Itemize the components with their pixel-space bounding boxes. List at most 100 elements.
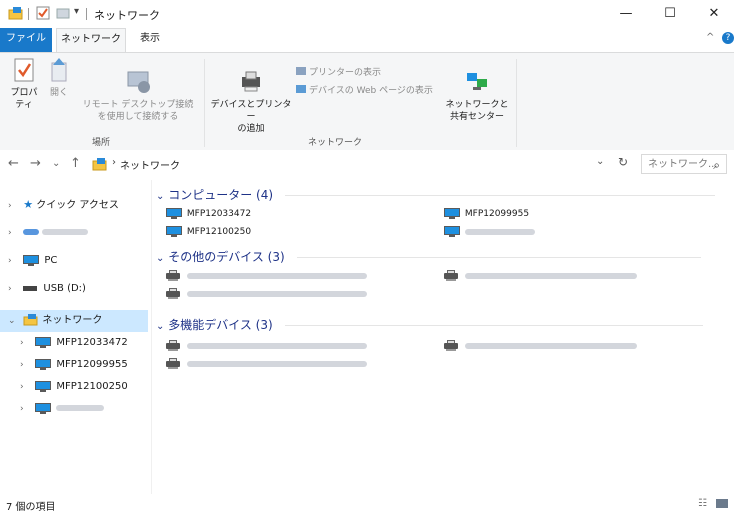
expand-chevron-icon[interactable]: › — [8, 250, 20, 272]
redacted-label — [42, 229, 89, 235]
ribbon-tabs: ファイル ネットワーク 表示 ^ ? — [0, 28, 734, 52]
view-device-web-label: デバイスの Web ページの表示 — [309, 86, 433, 96]
network-folder-icon — [92, 157, 108, 174]
collapse-chevron-icon[interactable]: ⌄ — [156, 253, 164, 264]
printer-icon — [166, 270, 180, 281]
list-item-computer[interactable]: MFP12033472 — [166, 206, 251, 222]
open-label: 開く — [49, 88, 68, 98]
group-title: その他のデバイス (3) — [168, 250, 285, 264]
tab-file[interactable]: ファイル — [0, 28, 52, 52]
network-center-label: ネットワークと 共有センター — [445, 100, 509, 122]
forward-button[interactable]: → — [30, 156, 41, 171]
view-device-web-button[interactable]: デバイスの Web ページの表示 — [296, 85, 433, 97]
group-header-multifunction[interactable]: ⌄ 多機能デバイス (3) — [156, 316, 703, 334]
star-icon: ★ — [23, 198, 34, 211]
location-group-label: 場所 — [91, 138, 110, 148]
navigation-pane: › ★ クイック アクセス › › PC › USB (D:) ⌄ ネットワーク… — [0, 180, 150, 494]
back-button[interactable]: ← — [8, 156, 19, 171]
tab-network[interactable]: ネットワーク — [56, 28, 126, 52]
expand-chevron-icon[interactable]: › — [20, 376, 32, 398]
redacted-label — [464, 272, 637, 279]
nav-item-onedrive[interactable]: › — [8, 222, 89, 244]
nav-label: クイック アクセス — [36, 200, 119, 211]
details-view-icon[interactable]: ☷ — [698, 498, 707, 509]
list-item-device[interactable] — [444, 338, 637, 354]
maximize-button[interactable]: ☐ — [650, 2, 690, 26]
network-folder-icon[interactable] — [8, 6, 24, 20]
redacted-label — [56, 405, 105, 411]
large-icons-view-icon[interactable] — [716, 499, 728, 508]
open-button[interactable]: 開く — [44, 57, 74, 99]
printer-small-icon — [296, 67, 306, 75]
nav-item-computer[interactable]: › MFP12033472 — [20, 332, 128, 354]
collapse-chevron-icon[interactable]: ⌄ — [156, 321, 164, 332]
computer-icon — [35, 402, 52, 414]
network-center-button[interactable]: ネットワークと 共有センター — [442, 57, 512, 135]
nav-item-pc[interactable]: › PC — [8, 250, 57, 272]
list-item-computer[interactable]: MFP12099955 — [444, 206, 529, 222]
printer-icon — [444, 340, 458, 351]
item-label: MFP12033472 — [186, 209, 252, 219]
expand-chevron-icon[interactable]: › — [8, 222, 20, 244]
nav-item-quick-access[interactable]: › ★ クイック アクセス — [8, 194, 119, 216]
group-header-other-devices[interactable]: ⌄ その他のデバイス (3) — [156, 248, 701, 266]
view-printers-label: プリンターの表示 — [309, 68, 382, 78]
address-bar[interactable]: › ネットワーク ⌄ ↻ — [92, 154, 636, 174]
up-button[interactable]: ↑ — [70, 156, 81, 171]
expand-chevron-icon[interactable]: › — [20, 332, 32, 354]
breadcrumb-network[interactable]: ネットワーク — [120, 157, 180, 172]
expand-chevron-icon[interactable]: › — [8, 195, 20, 217]
computer-icon — [35, 380, 52, 392]
group-divider — [296, 257, 701, 258]
collapse-chevron-icon[interactable]: ⌄ — [8, 310, 20, 332]
properties-button[interactable]: プロパティ — [6, 57, 42, 111]
list-item-computer[interactable] — [444, 224, 535, 240]
nav-item-computer[interactable]: › MFP12100250 — [20, 376, 128, 398]
computer-icon — [444, 226, 460, 237]
close-button[interactable]: ✕ — [694, 2, 734, 26]
search-icon: ⌕ — [713, 158, 720, 172]
minimize-button[interactable]: — — [606, 2, 646, 26]
redacted-label — [186, 272, 367, 279]
expand-chevron-icon[interactable]: › — [20, 354, 32, 376]
address-dropdown-icon[interactable]: ⌄ — [596, 156, 604, 167]
pane-divider[interactable] — [151, 180, 152, 494]
nav-item-usb[interactable]: › USB (D:) — [8, 278, 86, 300]
refresh-button[interactable]: ↻ — [618, 155, 628, 169]
ribbon-collapse-icon[interactable]: ^ — [706, 32, 714, 43]
recent-locations-button[interactable]: ⌄ — [52, 158, 60, 169]
list-item-device[interactable] — [166, 286, 367, 302]
list-item-device[interactable] — [444, 268, 637, 284]
ribbon-separator — [204, 59, 205, 147]
remote-desktop-button[interactable]: リモート デスクトップ接続 を使用して接続する — [76, 57, 200, 135]
tab-view[interactable]: 表示 — [130, 28, 170, 52]
computer-icon — [166, 208, 182, 219]
expand-chevron-icon[interactable]: › — [20, 398, 32, 420]
ribbon-separator-2 — [516, 59, 517, 147]
status-bar: 7 個の項目 ☷ — [0, 494, 734, 514]
expand-chevron-icon[interactable]: › — [8, 278, 20, 300]
list-item-computer[interactable]: MFP12100250 — [166, 224, 251, 240]
list-item-device[interactable] — [166, 338, 367, 354]
properties-check-icon[interactable] — [36, 6, 52, 20]
nav-item-network[interactable]: ⌄ ネットワーク — [0, 310, 148, 332]
nav-item-computer[interactable]: › MFP12099955 — [20, 354, 128, 376]
new-folder-icon[interactable] — [56, 6, 72, 20]
collapse-chevron-icon[interactable]: ⌄ — [156, 191, 164, 202]
pc-icon — [23, 254, 40, 266]
view-printers-button[interactable]: プリンターの表示 — [296, 67, 381, 79]
help-icon[interactable]: ? — [722, 32, 734, 44]
open-icon — [51, 58, 67, 82]
group-header-computers[interactable]: ⌄ コンピューター (4) — [156, 186, 715, 204]
list-item-device[interactable] — [166, 356, 367, 372]
add-devices-button[interactable]: デバイスとプリンター の追加 — [208, 57, 294, 147]
quick-access-dropdown-icon[interactable]: ▾ — [74, 6, 90, 20]
redacted-label — [186, 290, 367, 297]
title-separator — [28, 8, 29, 20]
list-item-device[interactable] — [166, 268, 367, 284]
printer-icon — [444, 270, 458, 281]
search-input[interactable]: ネットワーク... ⌕ — [641, 154, 727, 174]
nav-item-computer[interactable]: › — [20, 398, 105, 420]
nav-label: MFP12033472 — [56, 337, 128, 348]
redacted-label — [464, 228, 535, 235]
